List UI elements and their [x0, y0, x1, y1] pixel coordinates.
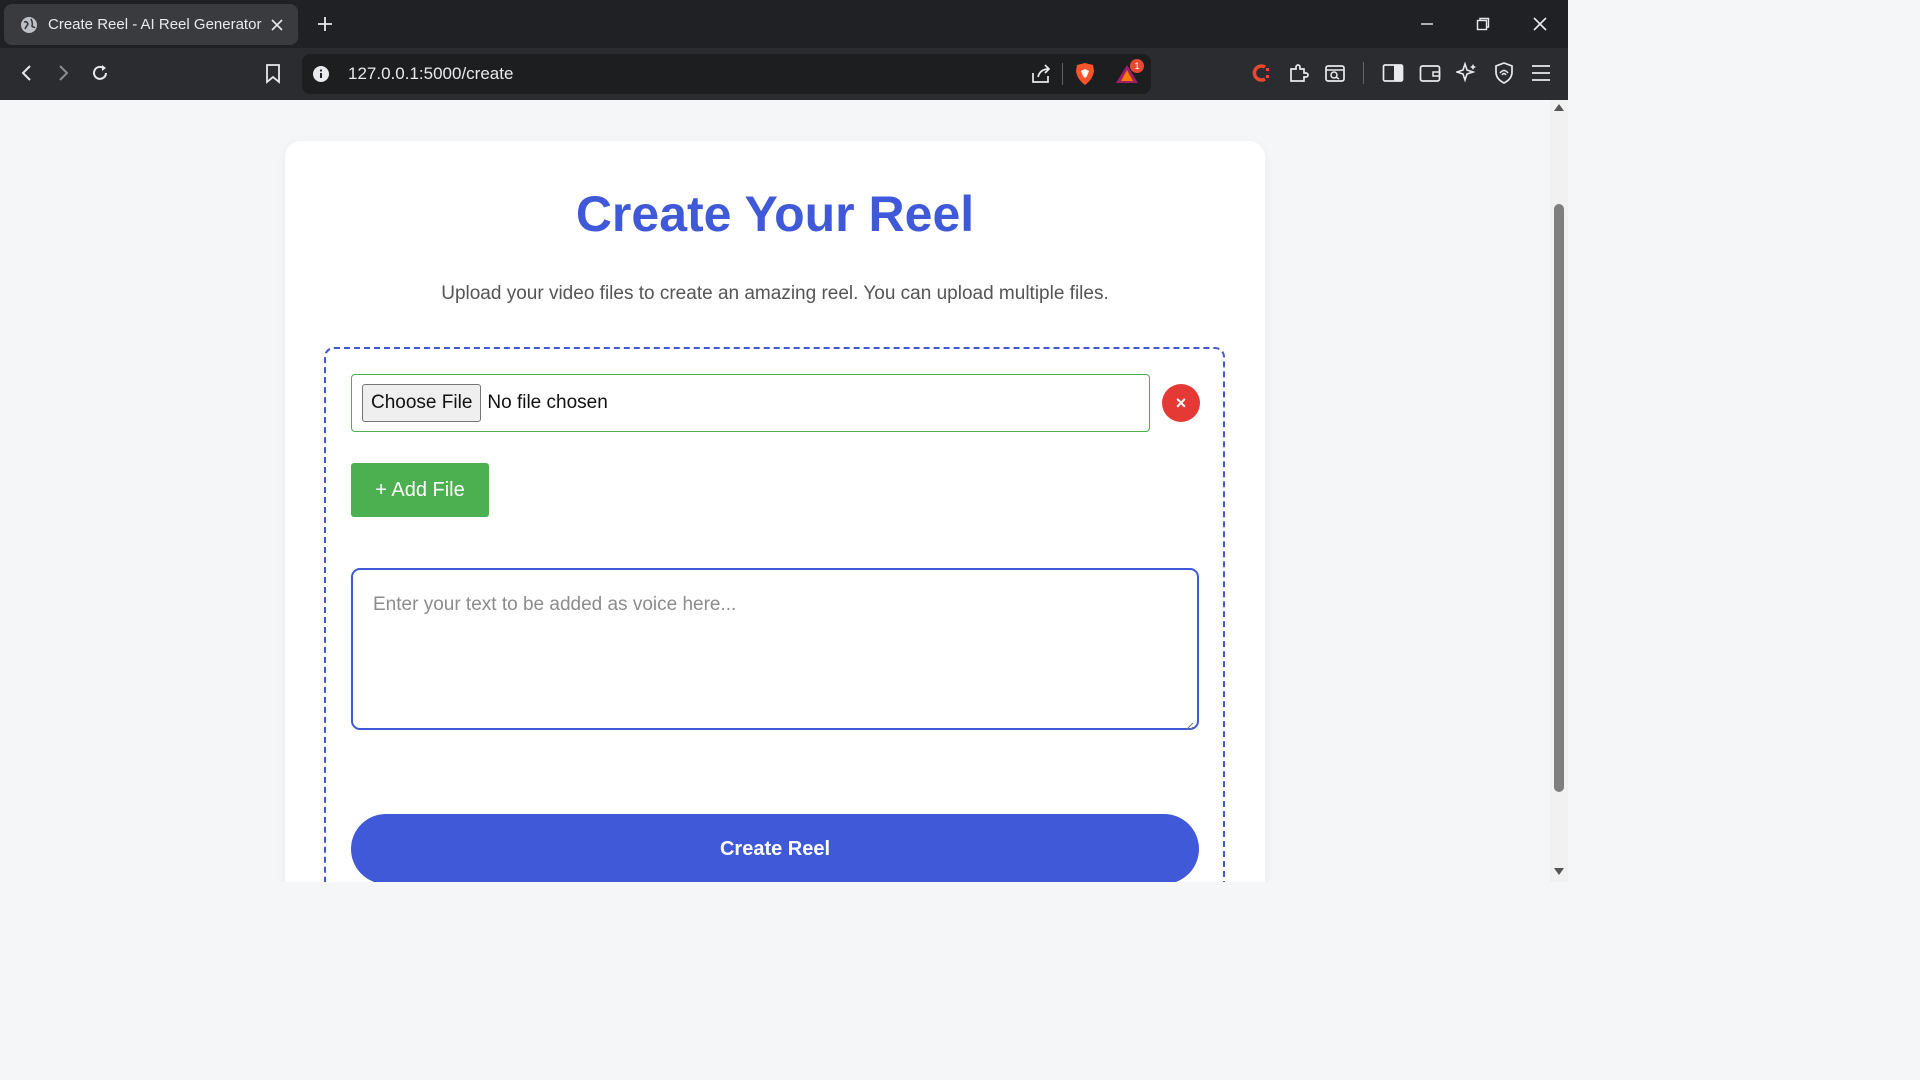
tab-create-reel[interactable]: Create Reel - AI Reel Generator: [4, 4, 298, 45]
wallet-icon[interactable]: [1417, 60, 1443, 86]
sidebar-icon[interactable]: [1380, 60, 1406, 86]
address-separator: [1062, 63, 1063, 85]
choose-file-button[interactable]: Choose File: [362, 384, 482, 422]
bookmark-icon[interactable]: [260, 61, 286, 87]
page-title: Create Your Reel: [575, 186, 975, 242]
page-subtitle: Upload your video files to create an ama…: [441, 283, 1109, 304]
scrollbar-thumb[interactable]: [1554, 204, 1564, 792]
screenshot-search-icon[interactable]: [1322, 60, 1348, 86]
page-scrollbar[interactable]: [1550, 100, 1568, 882]
close-icon: ×: [1175, 392, 1187, 413]
globe-icon: [20, 16, 38, 34]
scroll-down-icon[interactable]: [1554, 868, 1564, 875]
create-reel-button[interactable]: Create Reel: [351, 814, 1199, 882]
file-input[interactable]: Choose File No file chosen: [351, 374, 1150, 432]
voice-text-input[interactable]: Enter your text to be added as voice her…: [351, 568, 1199, 731]
voice-text-placeholder: Enter your text to be added as voice her…: [373, 594, 737, 615]
restore-icon[interactable]: [1471, 12, 1495, 36]
extensions-puzzle-icon[interactable]: [1286, 60, 1312, 86]
upload-dropzone[interactable]: Choose File No file chosen × + Add File …: [324, 347, 1225, 882]
file-status-text: No file chosen: [487, 392, 608, 413]
rewards-badge: 1: [1130, 59, 1144, 73]
minimize-icon[interactable]: [1415, 12, 1439, 36]
vpn-shield-icon[interactable]: [1491, 60, 1517, 86]
create-reel-card: Create Your Reel Upload your video files…: [285, 141, 1265, 882]
menu-icon[interactable]: [1528, 60, 1554, 86]
close-window-icon[interactable]: [1528, 12, 1552, 36]
forward-icon[interactable]: [50, 60, 76, 86]
share-icon[interactable]: [1030, 64, 1052, 89]
tab-title: Create Reel - AI Reel Generator: [48, 16, 262, 33]
resize-grip-icon[interactable]: [1184, 715, 1194, 731]
brave-shields-icon[interactable]: [1074, 62, 1096, 91]
tab-close-icon[interactable]: [268, 16, 286, 34]
browser-toolbar: 127.0.0.1:5000/create 1: [0, 48, 1568, 101]
toolbar-separator: [1363, 62, 1364, 84]
new-tab-icon[interactable]: [314, 13, 336, 35]
c-extension-icon[interactable]: [1248, 60, 1274, 86]
address-bar[interactable]: 127.0.0.1:5000/create: [302, 54, 1151, 94]
page-viewport: Create Your Reel Upload your video files…: [0, 100, 1550, 882]
scroll-up-icon[interactable]: [1554, 104, 1564, 111]
remove-file-button[interactable]: ×: [1162, 384, 1200, 422]
tab-strip: Create Reel - AI Reel Generator: [0, 0, 1568, 48]
back-icon[interactable]: [14, 60, 40, 86]
site-info-icon[interactable]: [312, 65, 330, 88]
leo-ai-icon[interactable]: [1454, 60, 1480, 86]
reload-icon[interactable]: [87, 60, 113, 86]
add-file-button[interactable]: + Add File: [351, 463, 489, 517]
url-text[interactable]: 127.0.0.1:5000/create: [348, 64, 513, 84]
